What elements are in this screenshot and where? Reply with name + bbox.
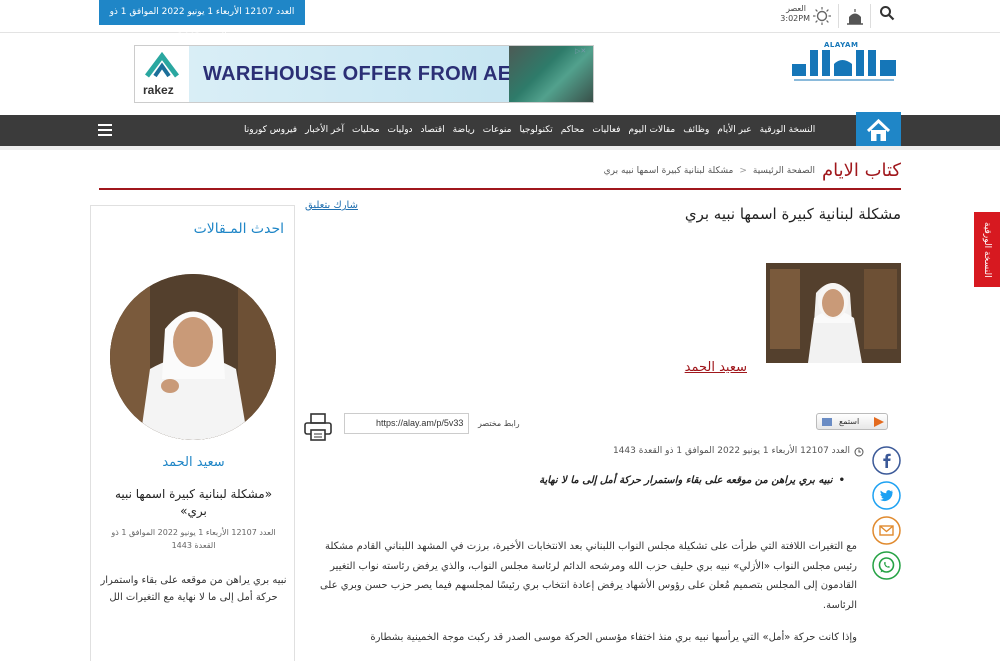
- nav-item-articles-today[interactable]: مقالات اليوم: [624, 115, 679, 146]
- email-share-button[interactable]: [872, 516, 901, 545]
- sidebar-author-name[interactable]: سعيد الحمد: [91, 455, 296, 470]
- author-name-link[interactable]: سعيد الحمد: [685, 360, 747, 375]
- whatsapp-icon: [872, 551, 901, 580]
- nav-item-print-edition[interactable]: النسخة الورقية: [756, 115, 820, 146]
- breadcrumb-home[interactable]: الصفحة الرئيسية: [753, 166, 815, 176]
- issue-date-badge: العدد 12107 الأربعاء 1 يونيو 2022 المواف…: [99, 0, 305, 42]
- listen-label: استمع: [839, 417, 860, 426]
- author-portrait-image: [766, 263, 901, 363]
- breadcrumb-current: مشكلة لبنانية كبيرة اسمها نبيه بري: [603, 166, 734, 176]
- divider: [870, 4, 871, 28]
- email-icon: [872, 516, 901, 545]
- nav-item-international[interactable]: دوليات: [384, 115, 417, 146]
- short-link-field[interactable]: https://alay.am/p/5v33: [344, 413, 469, 434]
- prayer-clock: 3:02PM: [780, 14, 810, 23]
- nav-menu: فيروس كورونا آخر الأخبار محليات دوليات ا…: [240, 115, 819, 146]
- nav-item-archive[interactable]: عبر الأيام: [713, 115, 755, 146]
- comment-share-link[interactable]: شارك بتعليق: [305, 200, 358, 211]
- facebook-icon: [872, 446, 901, 475]
- sidebar-author-photo[interactable]: [110, 274, 276, 440]
- site-logo[interactable]: [790, 42, 902, 90]
- sidebar-title: احدث المـقالات: [193, 221, 284, 237]
- twitter-icon: [872, 481, 901, 510]
- facebook-share-button[interactable]: [872, 446, 901, 475]
- advertisement-banner[interactable]: rakez WAREHOUSE OFFER FROM AED 90/M² ▷✕: [134, 45, 594, 103]
- top-strip: العدد 12107 الأربعاء 1 يونيو 2022 المواف…: [0, 0, 1000, 42]
- prayer-time: العصر 3:02PM: [780, 4, 810, 24]
- divider: [838, 4, 839, 28]
- nav-item-events[interactable]: فعاليات: [588, 115, 624, 146]
- mosque-icon[interactable]: [845, 6, 865, 26]
- nav-item-sports[interactable]: رياضة: [449, 115, 479, 146]
- search-icon[interactable]: [879, 5, 895, 21]
- author-portrait-image: [110, 274, 276, 440]
- clock-icon: [854, 447, 864, 457]
- short-link-label: رابط مختصر: [478, 419, 520, 428]
- nav-item-latest[interactable]: آخر الأخبار: [301, 115, 348, 146]
- twitter-share-button[interactable]: [872, 481, 901, 510]
- section-title: كتاب الايام: [821, 160, 901, 181]
- nav-item-economy[interactable]: اقتصاد: [417, 115, 449, 146]
- ad-brand-name: rakez: [143, 83, 174, 97]
- article-date: العدد 12107 الأربعاء 1 يونيو 2022 المواف…: [612, 446, 850, 456]
- nav-item-misc[interactable]: منوعات: [479, 115, 516, 146]
- print-icon[interactable]: [303, 412, 333, 442]
- article-highlight: نبيه بري يراهن من موقعه على بقاء واستمرا…: [539, 475, 845, 486]
- sidebar-article-headline[interactable]: «مشكلة لبنانية كبيرة اسمها نبيه بري»: [101, 486, 286, 520]
- nav-item-technology[interactable]: تكنولوجيا: [515, 115, 556, 146]
- print-edition-tab[interactable]: النسخة الورقية: [974, 212, 1000, 287]
- prayer-name: العصر: [786, 4, 806, 13]
- home-icon: [866, 118, 891, 141]
- nav-item-courts[interactable]: محاكم: [557, 115, 589, 146]
- latest-articles-sidebar: احدث المـقالات سعيد الحمد «مشكلة لبنانية…: [90, 205, 295, 661]
- home-button[interactable]: [856, 112, 901, 149]
- ad-main-panel: WAREHOUSE OFFER FROM AED 90/M²: [189, 46, 584, 102]
- nav-item-corona[interactable]: فيروس كورونا: [240, 115, 301, 146]
- breadcrumb-separator: <: [739, 166, 747, 176]
- sidebar-article-date: العدد 12107 الأربعاء 1 يونيو 2022 المواف…: [111, 528, 276, 550]
- section-divider: [99, 188, 901, 190]
- rakez-logo-icon: [145, 51, 179, 78]
- article-paragraph: مع التغيرات اللافتة التي طرأت على تشكيلة…: [319, 541, 857, 611]
- nav-item-jobs[interactable]: وظائف: [679, 115, 713, 146]
- nav-shadow: [0, 146, 1000, 150]
- listen-button[interactable]: استمع: [816, 413, 888, 430]
- sun-icon: [813, 7, 831, 25]
- sidebar-article-excerpt: نبيه بري يراهن من موقعه على بقاء واستمرا…: [100, 575, 287, 603]
- play-icon: [874, 417, 884, 427]
- article-title: مشكلة لبنانية كبيرة اسمها نبيه بري: [684, 205, 901, 223]
- speaker-icon: [822, 418, 832, 426]
- breadcrumb: الصفحة الرئيسية < مشكلة لبنانية كبيرة اسمه…: [604, 166, 815, 176]
- menu-icon[interactable]: [98, 124, 112, 136]
- author-photo: [766, 263, 901, 363]
- article-body: مع التغيرات اللافتة التي طرأت على تشكيلة…: [305, 537, 857, 661]
- nav-item-local[interactable]: محليات: [348, 115, 384, 146]
- article-paragraph: وإذا كانت حركة «أمل» التي يرأسها نبيه بر…: [370, 632, 857, 643]
- ad-brand-logo: rakez: [135, 46, 189, 102]
- whatsapp-share-button[interactable]: [872, 551, 901, 580]
- ad-choices-icon[interactable]: ▷✕: [575, 47, 591, 55]
